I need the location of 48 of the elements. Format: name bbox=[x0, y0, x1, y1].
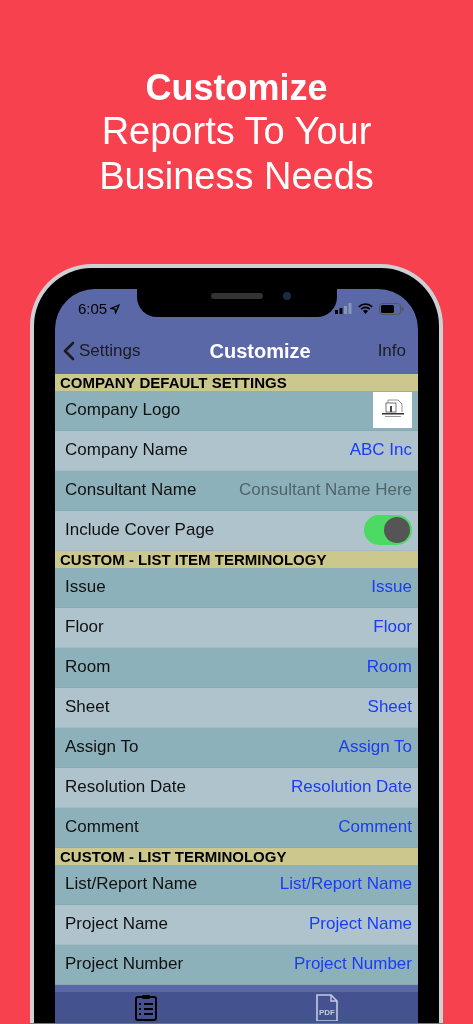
settings-row[interactable]: Sheet Sheet bbox=[55, 687, 418, 728]
row-value[interactable]: Resolution Date bbox=[291, 777, 412, 798]
settings-row[interactable]: Project Number Project Number bbox=[55, 944, 418, 985]
row-label: Floor bbox=[65, 617, 104, 638]
settings-row[interactable]: Issue Issue bbox=[55, 567, 418, 608]
signal-icon bbox=[335, 303, 352, 315]
row-label: Sheet bbox=[65, 697, 110, 718]
settings-row[interactable]: Company Logo bbox=[55, 390, 418, 431]
row-label: Comment bbox=[65, 817, 139, 838]
row-label: Company Logo bbox=[65, 400, 181, 421]
settings-row[interactable]: Consultant Name Consultant Name Here bbox=[55, 470, 418, 511]
status-time: 6:05 bbox=[78, 300, 108, 318]
row-label: Project Number bbox=[65, 954, 184, 975]
input-field[interactable]: Consultant Name Here bbox=[222, 480, 412, 501]
headline-subtitle: Business Needs bbox=[99, 154, 374, 199]
battery-icon bbox=[379, 302, 404, 315]
row-label: Room bbox=[65, 657, 111, 678]
row-value[interactable]: ABC Inc bbox=[349, 440, 412, 461]
location-arrow-icon bbox=[110, 303, 121, 314]
settings-row[interactable]: Room Room bbox=[55, 647, 418, 688]
settings-row[interactable]: Comment Comment bbox=[55, 807, 418, 848]
toggle-switch[interactable] bbox=[364, 515, 412, 546]
settings-row[interactable]: Project Name Project Name bbox=[55, 904, 418, 945]
checklist-tab-icon[interactable] bbox=[133, 994, 158, 1022]
settings-row[interactable]: Include Cover Page bbox=[55, 510, 418, 551]
screen-title: Customize bbox=[209, 339, 311, 363]
settings-row[interactable]: Resolution Date Resolution Date bbox=[55, 767, 418, 808]
row-label: Include Cover Page bbox=[65, 520, 215, 541]
row-label: Resolution Date bbox=[65, 777, 186, 798]
headline-title: Customize bbox=[145, 67, 328, 109]
wifi-icon bbox=[358, 303, 373, 315]
pdf-file-icon[interactable]: PDF bbox=[315, 994, 340, 1022]
row-label: Issue bbox=[65, 577, 106, 598]
section-header: COMPANY DEFAULT SETTINGS bbox=[55, 373, 418, 391]
row-label: Project Name bbox=[65, 914, 168, 935]
row-value[interactable]: Sheet bbox=[367, 697, 412, 718]
row-label: Company Name bbox=[65, 440, 188, 461]
settings-row[interactable]: Assign To Assign To bbox=[55, 727, 418, 768]
settings-row[interactable]: Company Name ABC Inc bbox=[55, 430, 418, 471]
chevron-left-icon bbox=[63, 341, 75, 362]
settings-row[interactable]: List/Report Name List/Report Name bbox=[55, 864, 418, 905]
headline-subtitle: Reports To Your bbox=[101, 109, 372, 154]
row-label: List/Report Name bbox=[65, 874, 198, 895]
row-label: Assign To bbox=[65, 737, 139, 758]
row-value[interactable]: Floor bbox=[373, 617, 412, 638]
settings-row[interactable]: Floor Floor bbox=[55, 607, 418, 648]
row-value[interactable]: Project Name bbox=[309, 914, 412, 935]
row-label: Consultant Name bbox=[65, 480, 197, 501]
